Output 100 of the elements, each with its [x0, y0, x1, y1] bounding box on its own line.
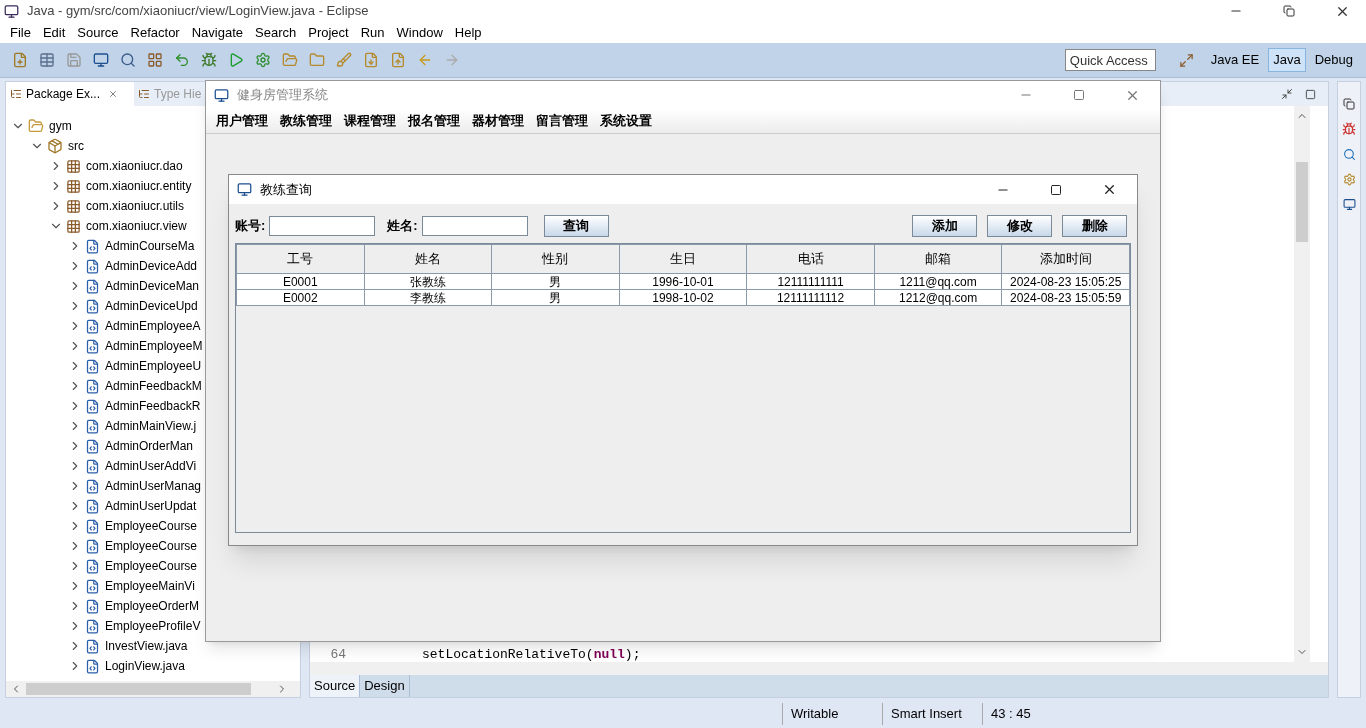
- column-header[interactable]: 邮箱: [874, 244, 1002, 274]
- menu-item[interactable]: Edit: [36, 22, 72, 43]
- tree-item[interactable]: AdminCourseMa: [105, 237, 195, 255]
- app-window-title: 健身房管理系统: [237, 86, 328, 105]
- tree-item[interactable]: AdminEmployeeM: [105, 337, 203, 355]
- field-label: 姓名:: [387, 217, 418, 236]
- input-field[interactable]: [269, 216, 376, 236]
- code-line: setLocationRelativeTo(null);: [422, 648, 641, 662]
- perspective-button[interactable]: Java EE: [1205, 48, 1265, 72]
- scrollbar-thumb[interactable]: [1296, 162, 1308, 242]
- tree-item[interactable]: EmployeeProfileV: [105, 617, 201, 635]
- tree-item[interactable]: src: [68, 137, 84, 155]
- menu-item[interactable]: 课程管理: [338, 111, 402, 131]
- column-header[interactable]: 添加时间: [1001, 244, 1130, 274]
- tree-item[interactable]: EmployeeCourse: [105, 557, 198, 575]
- perspective-button[interactable]: Debug: [1309, 48, 1358, 72]
- menu-item[interactable]: 留言管理: [530, 111, 594, 131]
- editor-mode-tab[interactable]: Design: [360, 675, 410, 697]
- java-file-icon: [85, 538, 100, 554]
- tree-item[interactable]: AdminDeviceUpd: [105, 297, 198, 315]
- new-file-icon[interactable]: [12, 52, 28, 68]
- menu-item[interactable]: 系统设置: [594, 111, 658, 131]
- dialog-title: 教练查询: [260, 180, 312, 199]
- java-file-icon: [85, 598, 100, 614]
- grid-icon[interactable]: [147, 52, 163, 68]
- tree-item[interactable]: com.xiaoniucr.entity: [86, 177, 192, 195]
- menu-item[interactable]: 用户管理: [210, 111, 274, 131]
- menu-item[interactable]: Help: [448, 22, 488, 43]
- menu-item[interactable]: File: [4, 22, 37, 43]
- java-file-icon: [85, 638, 100, 654]
- tree-item[interactable]: InvestView.java: [105, 637, 188, 655]
- monitor-icon[interactable]: [93, 52, 109, 68]
- tree-item[interactable]: AdminDeviceMan: [105, 277, 200, 295]
- close-icon[interactable]: [1102, 182, 1117, 197]
- new-table-icon[interactable]: [39, 52, 55, 68]
- debug-icon[interactable]: [201, 52, 217, 68]
- java-file-icon: [85, 318, 100, 334]
- tree-item[interactable]: AdminUserUpdat: [105, 497, 197, 515]
- search-icon[interactable]: [1342, 148, 1356, 161]
- tree-item[interactable]: EmployeeCourse: [105, 537, 198, 555]
- java-file-icon: [85, 578, 100, 594]
- scrollbar-thumb[interactable]: [26, 683, 251, 695]
- gear-icon[interactable]: [255, 52, 271, 68]
- column-header[interactable]: 性别: [491, 244, 620, 274]
- menu-item[interactable]: 报名管理: [402, 111, 466, 131]
- tree-item[interactable]: com.xiaoniucr.view: [86, 217, 187, 235]
- menu-item[interactable]: Project: [302, 22, 355, 43]
- tree-item[interactable]: EmployeeOrderM: [105, 597, 200, 615]
- action-button[interactable]: 添加: [912, 215, 977, 237]
- menu-item[interactable]: Source: [71, 22, 125, 43]
- tree-item[interactable]: com.xiaoniucr.utils: [86, 197, 185, 215]
- maximize-view-icon[interactable]: [1305, 88, 1316, 100]
- tree-item[interactable]: AdminEmployeeA: [105, 317, 201, 335]
- editor-mode-tab[interactable]: Source: [310, 675, 361, 697]
- menu-item[interactable]: Navigate: [185, 22, 249, 43]
- restore-icon[interactable]: [1283, 5, 1295, 17]
- tree-item[interactable]: LoginView.java: [105, 657, 185, 675]
- action-button[interactable]: 删除: [1062, 215, 1127, 237]
- search-button[interactable]: 查询: [543, 215, 609, 237]
- tree-item[interactable]: AdminUserAddVi: [105, 457, 197, 475]
- tree-item[interactable]: com.xiaoniucr.dao: [86, 157, 183, 175]
- tree-item[interactable]: AdminEmployeeU: [105, 357, 202, 375]
- menu-item[interactable]: Search: [249, 22, 303, 43]
- status-field: Writable: [782, 703, 882, 725]
- restore-icon[interactable]: [1343, 98, 1355, 110]
- tree-item[interactable]: gym: [49, 117, 72, 135]
- action-button[interactable]: 修改: [987, 215, 1052, 237]
- column-header[interactable]: 姓名: [364, 244, 492, 274]
- maximize-icon[interactable]: [1050, 183, 1062, 196]
- console-icon[interactable]: [1342, 198, 1356, 211]
- column-header[interactable]: 生日: [619, 244, 747, 274]
- status-field: 43 : 45: [982, 703, 1082, 725]
- view-tab[interactable]: Package Ex...: [6, 82, 134, 106]
- java-file-icon: [85, 558, 100, 574]
- column-header[interactable]: 工号: [236, 244, 365, 274]
- tree-item[interactable]: AdminFeedbackR: [105, 397, 201, 415]
- tree-item[interactable]: AdminMainView.j: [105, 417, 197, 435]
- tree-item[interactable]: EmployeeMainVi: [105, 577, 195, 595]
- horizontal-scrollbar[interactable]: [310, 662, 1328, 675]
- perspective-button[interactable]: Java: [1268, 48, 1306, 72]
- tree-item[interactable]: AdminFeedbackM: [105, 377, 202, 395]
- column-header[interactable]: 电话: [746, 244, 875, 274]
- tree-item[interactable]: AdminDeviceAdd: [105, 257, 198, 275]
- quick-access-field[interactable]: Quick Access: [1064, 49, 1156, 71]
- menu-item[interactable]: Run: [354, 22, 391, 43]
- tree-item[interactable]: AdminUserManag: [105, 477, 202, 495]
- input-field[interactable]: [421, 216, 528, 236]
- line-number: 64: [329, 648, 347, 662]
- tree-item[interactable]: AdminOrderMan: [105, 437, 194, 455]
- gear-icon[interactable]: [1342, 173, 1356, 186]
- package-tree-icon: [10, 88, 22, 100]
- menu-item[interactable]: 器材管理: [466, 111, 530, 131]
- search-icon[interactable]: [120, 52, 136, 68]
- java-file-icon: [85, 358, 100, 374]
- tree-item[interactable]: EmployeeCourse: [105, 517, 198, 535]
- menu-item[interactable]: 教练管理: [274, 111, 338, 131]
- java-file-icon: [85, 518, 100, 534]
- menu-item[interactable]: Refactor: [124, 22, 186, 43]
- menu-item[interactable]: Window: [390, 22, 449, 43]
- minimize-view-icon[interactable]: [1281, 88, 1293, 100]
